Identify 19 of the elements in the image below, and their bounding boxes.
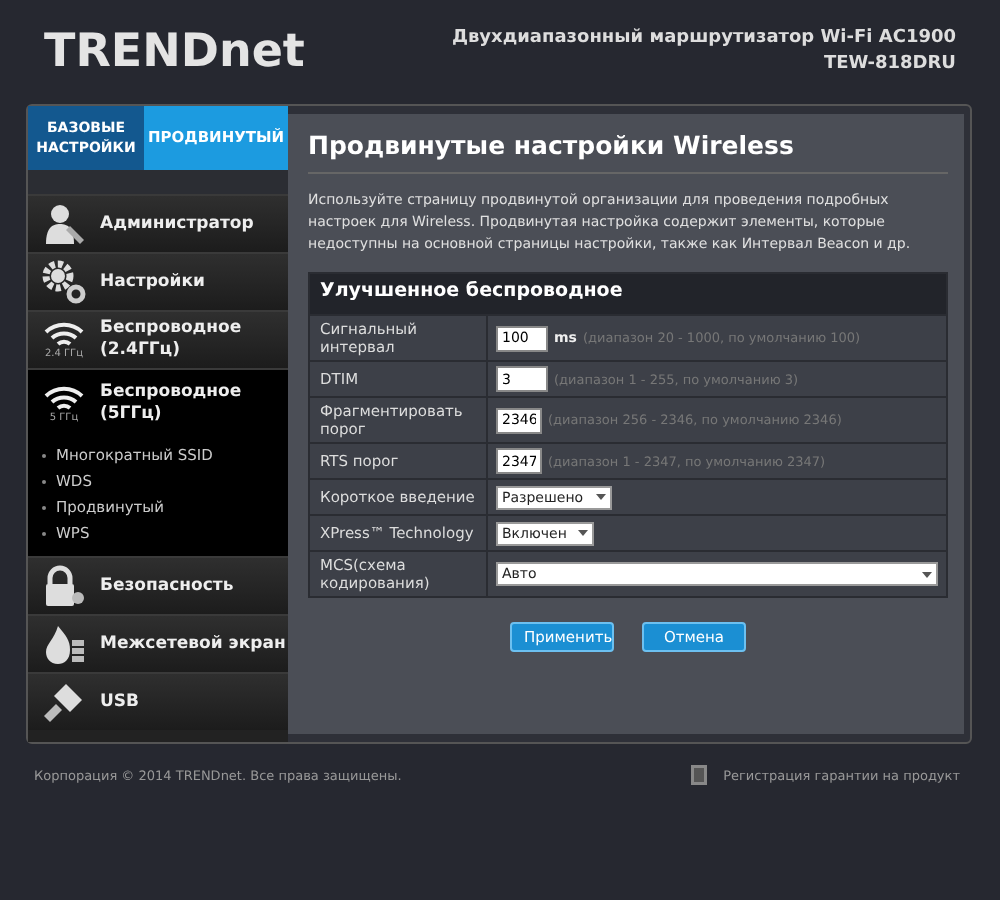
wifi-icon bbox=[42, 320, 86, 348]
caret-icon bbox=[595, 494, 606, 500]
admin-icon bbox=[42, 202, 86, 246]
caret-icon bbox=[578, 530, 589, 536]
logo: TRENDnet bbox=[44, 26, 305, 78]
caret-icon bbox=[922, 571, 932, 577]
model-name: TEW-818DRU bbox=[821, 52, 956, 78]
gears-icon bbox=[42, 260, 86, 304]
wifi-icon bbox=[42, 384, 86, 412]
sidebar-item[interactable]: Межсетевой экран bbox=[28, 614, 288, 672]
lock-icon bbox=[42, 564, 86, 608]
sidebar-item[interactable]: Администратор bbox=[28, 194, 288, 252]
section-title: Улучшенное беспроводное bbox=[310, 274, 946, 314]
sidebar-item[interactable]: Настройки bbox=[28, 252, 288, 310]
sidebar-item[interactable]: USB bbox=[28, 672, 288, 730]
sidebar-item[interactable]: Безопасность bbox=[28, 556, 288, 614]
document-icon bbox=[689, 764, 708, 786]
page-title: Продвинутые настройки Wireless bbox=[308, 130, 948, 174]
product-line: Двухдиапазонный маршрутизатор Wi-Fi AC1900 bbox=[451, 26, 956, 52]
